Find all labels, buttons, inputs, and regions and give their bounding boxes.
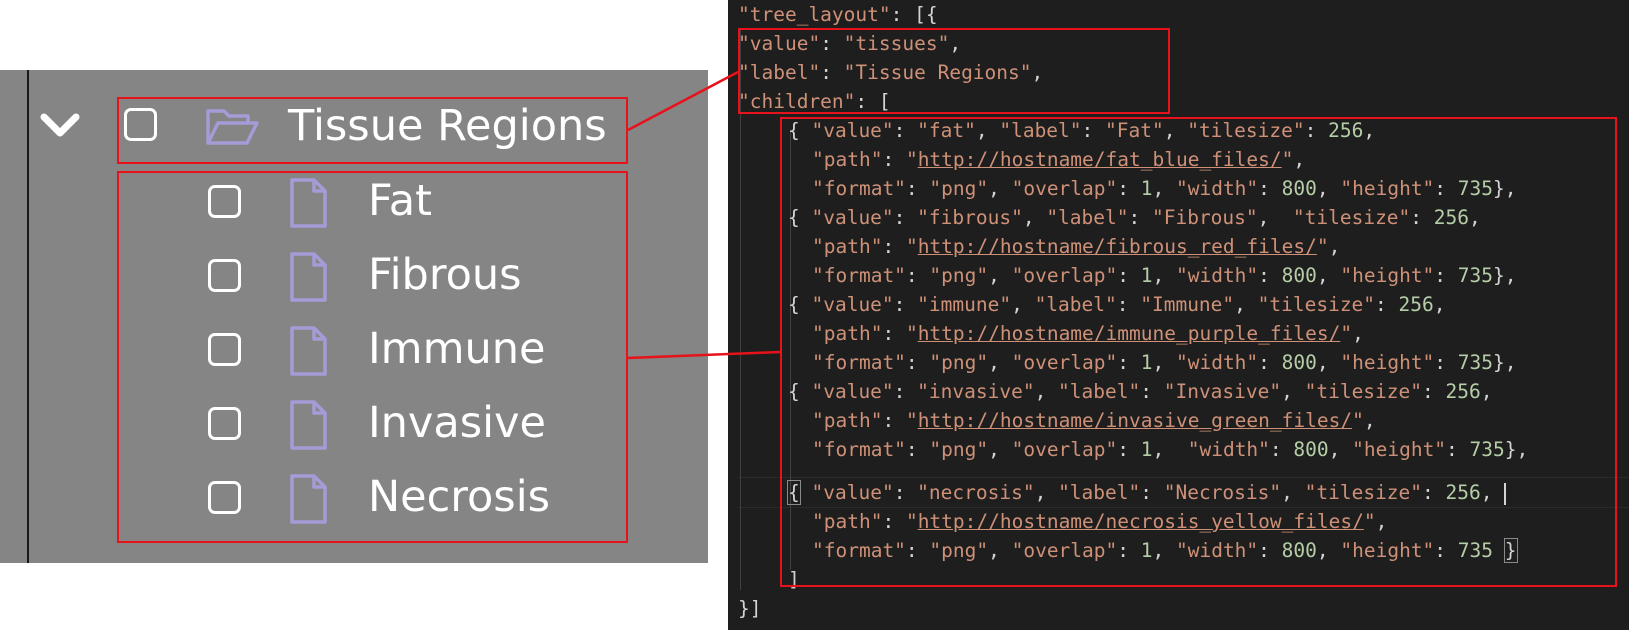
checkbox-necrosis[interactable] [208,481,241,514]
tree-node-necrosis[interactable]: Necrosis [200,469,620,531]
tree-node-label: Fibrous [368,250,522,300]
checkbox-fibrous[interactable] [208,259,241,292]
code-line: }] [738,597,762,620]
tree-divider [27,70,29,563]
code-line: "children": [ [738,90,891,113]
text-cursor [1504,482,1507,505]
tree-node-label: Fat [368,176,432,226]
checkbox-fat[interactable] [208,185,241,218]
checkbox-tissue-regions[interactable] [124,108,157,141]
code-line: ] [788,568,800,591]
code-line: "tree_layout": [{ [738,3,938,26]
code-line: { "value": "fat", "label": "Fat", "tiles… [788,119,1376,142]
tree-node-label: Tissue Regions [288,101,607,151]
file-icon [288,399,328,456]
code-line: { "value": "fibrous", "label": "Fibrous"… [788,206,1481,229]
folder-open-icon [204,103,260,154]
file-icon [288,177,328,234]
tree-panel: Tissue Regions Fat Fibrous Immune Invasi… [0,70,708,563]
file-icon [288,325,328,382]
code-line: "format": "png", "overlap": 1, "width": … [812,351,1517,374]
code-line: "format": "png", "overlap": 1, "width": … [812,538,1518,563]
code-line: "format": "png", "overlap": 1, "width": … [812,177,1517,200]
chevron-down-icon[interactable] [40,109,80,146]
tree-node-label: Necrosis [368,472,551,522]
checkbox-invasive[interactable] [208,407,241,440]
code-line: "format": "png", "overlap": 1, "width": … [812,264,1517,287]
tree-node-invasive[interactable]: Invasive [200,395,620,457]
code-line: "path": "http://hostname/fat_blue_files/… [812,148,1306,171]
tree-node-fibrous[interactable]: Fibrous [200,247,620,309]
code-editor[interactable]: "tree_layout": [{ "value": "tissues", "l… [728,0,1629,630]
file-icon [288,251,328,308]
code-line: "value": "tissues", [738,32,962,55]
code-line: "path": "http://hostname/immune_purple_f… [812,322,1364,345]
code-line: { "value": "immune", "label": "Immune", … [788,293,1446,316]
code-line: "path": "http://hostname/fibrous_red_fil… [812,235,1341,258]
file-icon [288,473,328,530]
tree-node-label: Immune [368,324,546,374]
tree-node-fat[interactable]: Fat [200,173,620,235]
code-line: "label": "Tissue Regions", [738,61,1044,84]
code-line: "format": "png", "overlap": 1, "width": … [812,438,1529,461]
code-line: { "value": "necrosis", "label": "Necrosi… [787,480,1507,505]
checkbox-immune[interactable] [208,333,241,366]
code-line: "path": "http://hostname/necrosis_yellow… [812,510,1388,533]
tree-node-label: Invasive [368,398,546,448]
code-line: "path": "http://hostname/invasive_green_… [812,409,1376,432]
code-line: { "value": "invasive", "label": "Invasiv… [788,380,1493,403]
tree-node-tissue-regions[interactable]: Tissue Regions [30,95,680,157]
tree-node-immune[interactable]: Immune [200,321,620,383]
